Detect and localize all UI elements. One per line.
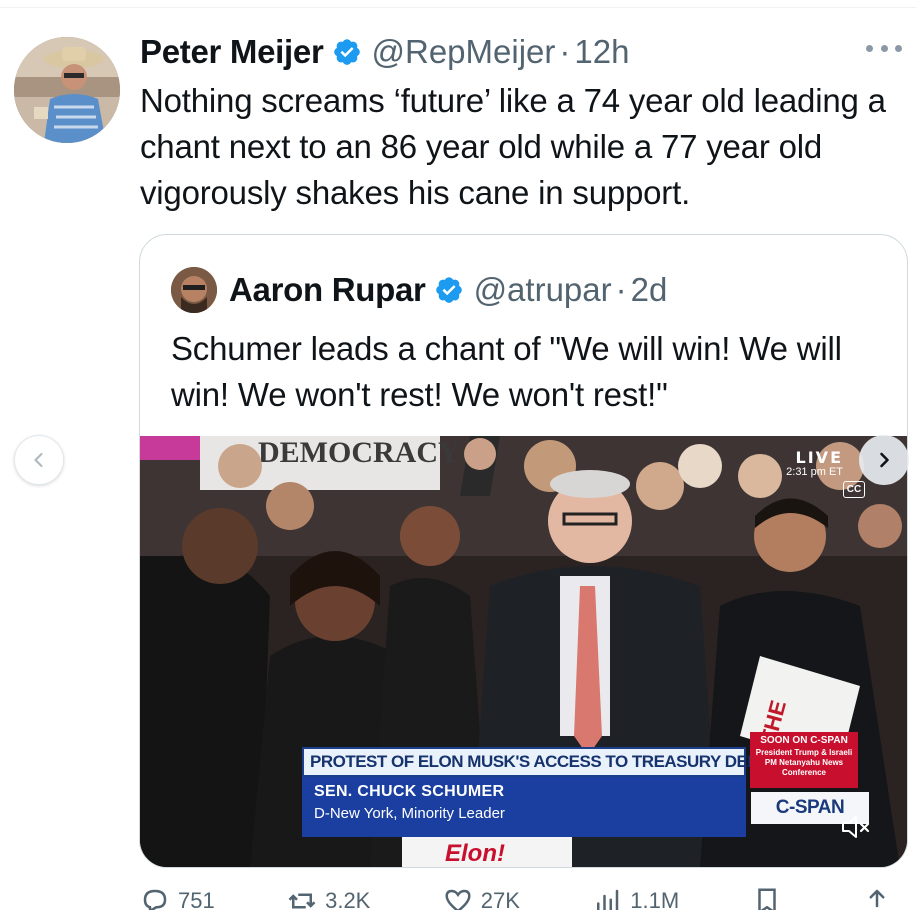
like-count: 27K xyxy=(480,888,520,910)
tweet-header: Peter Meijer @RepMeijer · 12h xyxy=(140,30,629,74)
carousel-next-button[interactable] xyxy=(859,435,909,485)
live-time: 2:31 pm ET xyxy=(786,466,843,478)
quoted-tweet-header: Aaron Rupar @atrupar · 2d xyxy=(171,265,667,315)
views-button[interactable]: 1.1M xyxy=(592,886,679,910)
chyron-speaker-name: SEN. CHUCK SCHUMER xyxy=(314,783,505,800)
repost-button[interactable]: 3.2K xyxy=(287,886,370,910)
news-chyron: PROTEST OF ELON MUSK'S ACCESS TO TREASUR… xyxy=(302,747,771,837)
tweet-text: Nothing screams ‘future’ like a 74 year … xyxy=(140,82,886,211)
video-player[interactable]: DEMOCRACY THE Elon! LIVE 2:31 pm ET CC P… xyxy=(140,436,907,867)
muted-speaker-icon[interactable] xyxy=(840,814,872,840)
bookmark-icon xyxy=(757,888,776,910)
share-button[interactable] xyxy=(862,886,900,910)
carousel-previous-button[interactable] xyxy=(14,435,64,485)
quoted-separator-dot: · xyxy=(615,271,627,308)
tweet-timestamp[interactable]: 12h xyxy=(574,33,629,71)
top-divider xyxy=(0,7,916,8)
repost-icon xyxy=(288,893,316,909)
verified-badge-icon xyxy=(333,39,360,65)
author-avatar[interactable] xyxy=(14,37,120,143)
coming-up-box: SOON ON C-SPAN President Trump & Israeli… xyxy=(750,732,858,788)
chevron-right-icon xyxy=(880,452,889,468)
quoted-author-name[interactable]: Aaron Rupar xyxy=(229,271,426,309)
heart-icon xyxy=(445,889,471,910)
quoted-author-handle[interactable]: @atrupar xyxy=(474,271,612,309)
separator-dot: · xyxy=(559,33,571,70)
tweet-action-bar: 751 3.2K 27K 1.1M xyxy=(140,886,900,910)
author-name[interactable]: Peter Meijer xyxy=(140,33,324,71)
closed-captions-icon[interactable]: CC xyxy=(843,481,865,498)
views-chart-icon xyxy=(597,889,619,910)
bookmark-button[interactable] xyxy=(752,886,790,910)
sign-text: DEMOCRACY xyxy=(258,436,460,469)
share-icon xyxy=(869,889,885,908)
repost-count: 3.2K xyxy=(325,888,371,910)
view-count: 1.1M xyxy=(630,888,680,910)
quoted-author-avatar-image xyxy=(171,267,217,313)
reply-button[interactable]: 751 xyxy=(140,886,215,910)
quoted-verified-badge-icon xyxy=(435,277,462,303)
quoted-author-avatar xyxy=(171,267,217,313)
like-button[interactable]: 27K xyxy=(443,886,520,910)
bottom-sign-text: Elon! xyxy=(445,840,505,867)
live-indicator: LIVE 2:31 pm ET xyxy=(786,448,843,478)
quoted-tweet-text: Schumer leads a chant of "We will win! W… xyxy=(171,330,842,413)
chyron-nameplate: SEN. CHUCK SCHUMER D-New York, Minority … xyxy=(302,777,746,837)
coming-up-body: President Trump & Israeli PM Netanyahu N… xyxy=(755,748,853,777)
coming-up-header: SOON ON C-SPAN xyxy=(760,735,848,746)
author-avatar-image xyxy=(14,37,120,143)
quoted-tweet-timestamp: 2d xyxy=(630,271,668,308)
reply-icon xyxy=(143,889,167,910)
chyron-speaker-title: D-New York, Minority Leader xyxy=(314,805,505,822)
live-label: LIVE xyxy=(795,448,843,467)
reply-count: 751 xyxy=(178,888,215,910)
chevron-left-icon xyxy=(34,452,43,468)
chyron-headline: PROTEST OF ELON MUSK'S ACCESS TO TREASUR… xyxy=(302,747,771,777)
more-options-icon[interactable] xyxy=(866,38,902,58)
quoted-tweet-card[interactable]: Aaron Rupar @atrupar · 2d Schumer leads … xyxy=(139,234,908,868)
author-handle[interactable]: @RepMeijer xyxy=(372,33,556,71)
